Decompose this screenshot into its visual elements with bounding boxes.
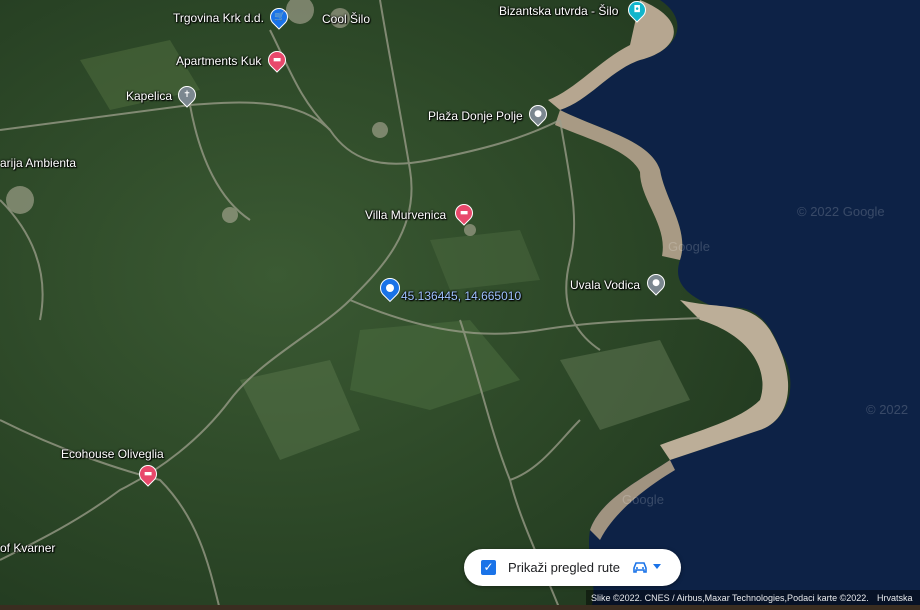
route-overview-label: Prikaži pregled rute (508, 560, 620, 575)
region-label[interactable]: Hrvatska (877, 590, 913, 606)
place-label-of-kvarner[interactable]: of Kvarner (0, 541, 55, 555)
bottom-strip (0, 605, 920, 610)
place-label-rija-ambienta[interactable]: arija Ambienta (0, 156, 76, 170)
imagery-attribution: Slike ©2022. CNES / Airbus,Maxar Technol… (591, 593, 869, 603)
dropped-pin-coordinates: 45.136445, 14.665010 (401, 289, 522, 303)
watermark: © 2022 (866, 402, 909, 417)
place-label-apartments-kuk[interactable]: Apartments Kuk (176, 54, 261, 68)
watermark: Google (668, 239, 710, 254)
chevron-down-icon[interactable] (653, 564, 661, 569)
route-overview-toggle[interactable]: ✓ Prikaži pregled rute (464, 549, 681, 586)
place-label-ecohouse[interactable]: Ecohouse Oliveglia (61, 447, 164, 461)
place-label-trgovina[interactable]: Trgovina Krk d.d. (173, 11, 264, 25)
place-label-bizantska[interactable]: Bizantska utvrda - Šilo (499, 4, 618, 18)
car-icon[interactable] (631, 558, 649, 576)
place-label-villa-murvenica[interactable]: Villa Murvenica (365, 208, 446, 222)
place-label-uvala-vodica[interactable]: Uvala Vodica (570, 278, 640, 292)
place-label-cool-silo[interactable]: Cool Šilo (322, 12, 370, 26)
checkbox-checked-icon[interactable]: ✓ (481, 560, 496, 575)
watermark: Google (622, 492, 664, 507)
watermark: © 2022 Google (797, 204, 885, 219)
map-attribution: Slike ©2022. CNES / Airbus,Maxar Technol… (586, 590, 920, 606)
place-label-kapelica[interactable]: Kapelica (126, 89, 172, 103)
place-label-plaza-donje-polje[interactable]: Plaža Donje Polje (428, 109, 523, 123)
